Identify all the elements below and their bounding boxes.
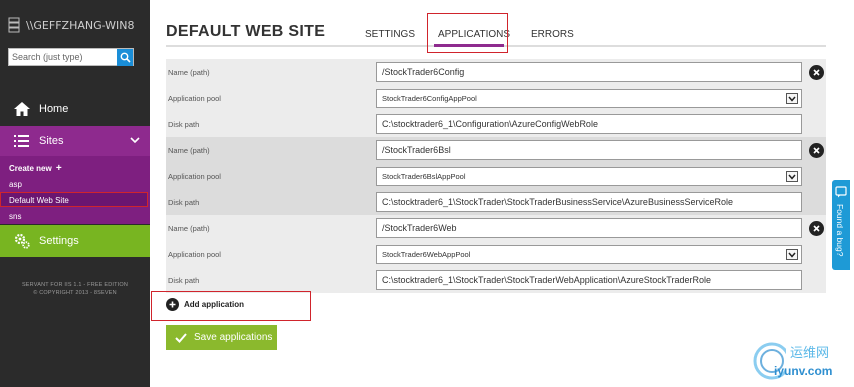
pool-value: StockTrader6WebAppPool <box>382 250 471 259</box>
name-label: Name (path) <box>168 146 210 155</box>
name-path-field[interactable]: /StockTrader6Web <box>376 218 802 238</box>
nav-sites[interactable]: Sites <box>0 126 150 156</box>
site-item-asp[interactable]: asp <box>9 180 22 189</box>
search-input[interactable] <box>9 49 117 65</box>
plus-icon: + <box>55 163 62 174</box>
plus-icon <box>166 298 179 311</box>
nav-settings-label: Settings <box>39 235 79 247</box>
feedback-tab[interactable]: Found a bug? <box>832 180 850 270</box>
pool-value: StockTrader6BslAppPool <box>382 172 466 181</box>
close-icon <box>813 225 820 232</box>
tab-settings[interactable]: SETTINGS <box>365 29 415 40</box>
application-entry: Name (path) /StockTrader6Config Applicat… <box>166 59 826 137</box>
watermark-url: iyunv.com <box>774 364 833 378</box>
remove-application-button[interactable] <box>809 143 824 158</box>
close-icon <box>813 69 820 76</box>
search-box <box>8 48 134 66</box>
sidebar: \\GEFFZHANG-WIN8 Home Sites Create new <box>0 0 150 387</box>
disk-path-field[interactable]: C:\stocktrader6_1\StockTrader\StockTrade… <box>376 192 802 212</box>
application-pool-select[interactable]: StockTrader6WebAppPool <box>376 245 802 264</box>
chevron-down-icon <box>786 93 798 104</box>
server-header: \\GEFFZHANG-WIN8 <box>8 17 135 33</box>
site-item-default-web-site[interactable]: Default Web Site <box>9 196 69 205</box>
gears-icon <box>14 233 30 249</box>
close-icon <box>813 147 820 154</box>
list-icon <box>14 135 29 147</box>
watermark-text: 运维网 <box>790 346 830 361</box>
server-name: \\GEFFZHANG-WIN8 <box>26 18 135 32</box>
remove-application-button[interactable] <box>809 65 824 80</box>
disk-path-field[interactable]: C:\stocktrader6_1\StockTrader\StockTrade… <box>376 270 802 290</box>
chevron-down-icon <box>786 171 798 182</box>
server-icon <box>8 17 20 33</box>
search-icon <box>120 52 131 63</box>
create-new-site-link[interactable]: Create new + <box>9 163 62 174</box>
site-item-sns[interactable]: sns <box>9 212 21 221</box>
nav-home-label: Home <box>39 103 69 115</box>
feedback-label: Found a bug? <box>835 204 845 257</box>
nav-settings[interactable]: Settings <box>0 225 150 257</box>
nav-home[interactable]: Home <box>0 95 150 123</box>
create-new-label: Create new <box>9 164 52 173</box>
save-applications-label: Save applications <box>194 332 273 343</box>
pool-label: Application pool <box>168 172 221 181</box>
pool-label: Application pool <box>168 94 221 103</box>
add-application-label: Add application <box>184 300 244 309</box>
application-entry: Name (path) /StockTrader6Bsl Application… <box>166 137 826 215</box>
watermark: 运维网 iyunv.com <box>746 338 852 386</box>
chevron-down-icon <box>786 249 798 260</box>
name-path-field[interactable]: /StockTrader6Bsl <box>376 140 802 160</box>
add-application-button[interactable]: Add application <box>166 298 244 311</box>
application-pool-select[interactable]: StockTrader6BslAppPool <box>376 167 802 186</box>
application-pool-select[interactable]: StockTrader6ConfigAppPool <box>376 89 802 108</box>
remove-application-button[interactable] <box>809 221 824 236</box>
footer-edition: SERVANT FOR IIS 1.1 - FREE EDITION <box>21 282 129 288</box>
name-path-field[interactable]: /StockTrader6Config <box>376 62 802 82</box>
search-button[interactable] <box>117 49 133 66</box>
tab-highlight-box <box>427 13 508 53</box>
page-title: DEFAULT WEB SITE <box>166 23 326 40</box>
chevron-down-icon <box>130 137 140 144</box>
disk-label: Disk path <box>168 198 200 207</box>
tab-errors[interactable]: ERRORS <box>531 29 574 40</box>
pool-label: Application pool <box>168 250 221 259</box>
save-applications-button[interactable]: Save applications <box>166 325 277 350</box>
name-label: Name (path) <box>168 68 210 77</box>
disk-label: Disk path <box>168 276 200 285</box>
nav-sites-label: Sites <box>39 135 64 147</box>
feedback-icon <box>835 186 847 198</box>
home-icon <box>14 102 30 116</box>
footer-copyright: © COPYRIGHT 2013 - 8SEVEN <box>33 290 117 296</box>
pool-value: StockTrader6ConfigAppPool <box>382 94 477 103</box>
disk-label: Disk path <box>168 120 200 129</box>
name-label: Name (path) <box>168 224 210 233</box>
application-entry: Name (path) /StockTrader6Web Application… <box>166 215 826 293</box>
check-icon <box>175 332 187 343</box>
disk-path-field[interactable]: C:\stocktrader6_1\Configuration\AzureCon… <box>376 114 802 134</box>
